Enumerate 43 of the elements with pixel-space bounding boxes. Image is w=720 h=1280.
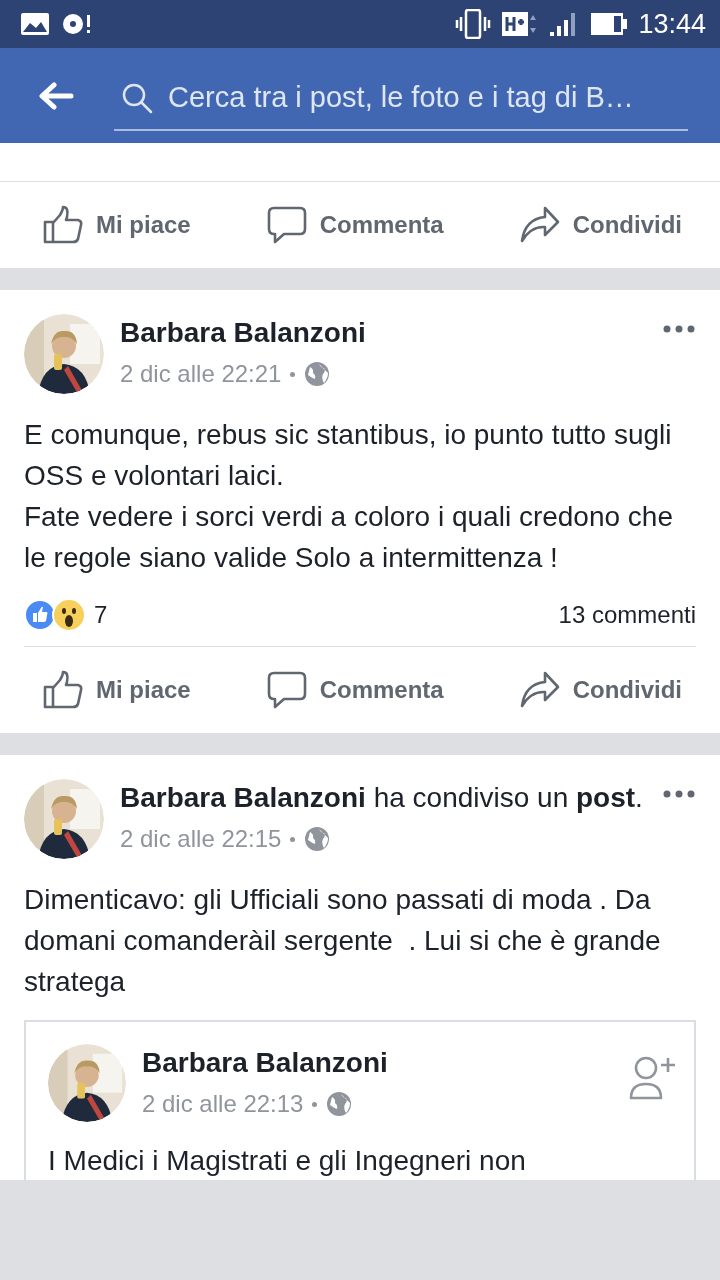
post-author-line: Barbara Balanzoni (120, 316, 367, 350)
disc-icon (60, 11, 92, 37)
shared-post-card[interactable]: Barbara Balanzoni 2 dic alle 22:13 I Medici i Magistrati e gli Ingegneri non (24, 1020, 696, 1180)
separator-dot (290, 836, 296, 842)
post-text: Fate vedere i sorci verdi a coloro i quali credono che le regole siano valide Solo a intermittenza ! (24, 500, 674, 575)
reaction-count: 7 (94, 601, 108, 629)
battery-icon (590, 11, 629, 37)
more-options-icon[interactable] (662, 324, 696, 334)
globe-icon (304, 826, 331, 852)
post-text: Dimenticavo: gli Ufficiali sono passati di moda . Da domani comanderàil sergente . Lui si che è grande stratega (24, 883, 662, 999)
wow-reaction-icon (52, 598, 86, 632)
like-button[interactable]: Mi piace (42, 205, 191, 245)
post-author: Barbara Balanzoni (142, 1046, 389, 1080)
post-time: 2 dic alle 22:21 (120, 360, 282, 388)
post-time: 2 dic alle 22:15 (120, 825, 282, 853)
share-button[interactable]: Condividi (518, 670, 682, 710)
network-type-icon (502, 10, 539, 38)
speech-bubble-icon (265, 670, 308, 710)
clock-time: 13:44 (638, 8, 706, 40)
post-time: 2 dic alle 22:13 (142, 1090, 304, 1118)
back-button[interactable] (38, 81, 74, 110)
separator-dot (312, 1101, 318, 1107)
like-button[interactable]: Mi piace (42, 670, 191, 710)
thumbs-up-icon (42, 205, 84, 245)
comment-count[interactable]: 13 commenti (558, 601, 696, 629)
vibrate-icon (454, 9, 493, 39)
like-reaction-icon (24, 599, 56, 631)
share-arrow-icon (518, 670, 561, 710)
separator-dot (290, 371, 296, 377)
image-icon (20, 12, 50, 36)
globe-icon (304, 361, 331, 387)
thumbs-up-icon (42, 670, 84, 710)
post-author-line: Barbara Balanzoni ha condiviso un post. (120, 781, 644, 815)
speech-bubble-icon (265, 205, 308, 245)
post-text: E comunque, rebus sic stantibus, io punto tutto sugli OSS e volontari laici. (24, 418, 673, 493)
share-arrow-icon (518, 205, 561, 245)
more-options-icon[interactable] (662, 789, 696, 799)
globe-icon (326, 1091, 353, 1117)
comment-button[interactable]: Commenta (265, 205, 444, 245)
share-button[interactable]: Condividi (518, 205, 682, 245)
post-text: I Medici i Magistrati e gli Ingegneri non (47, 1144, 527, 1178)
add-friend-icon[interactable] (628, 1054, 676, 1102)
comment-button[interactable]: Commenta (265, 670, 444, 710)
